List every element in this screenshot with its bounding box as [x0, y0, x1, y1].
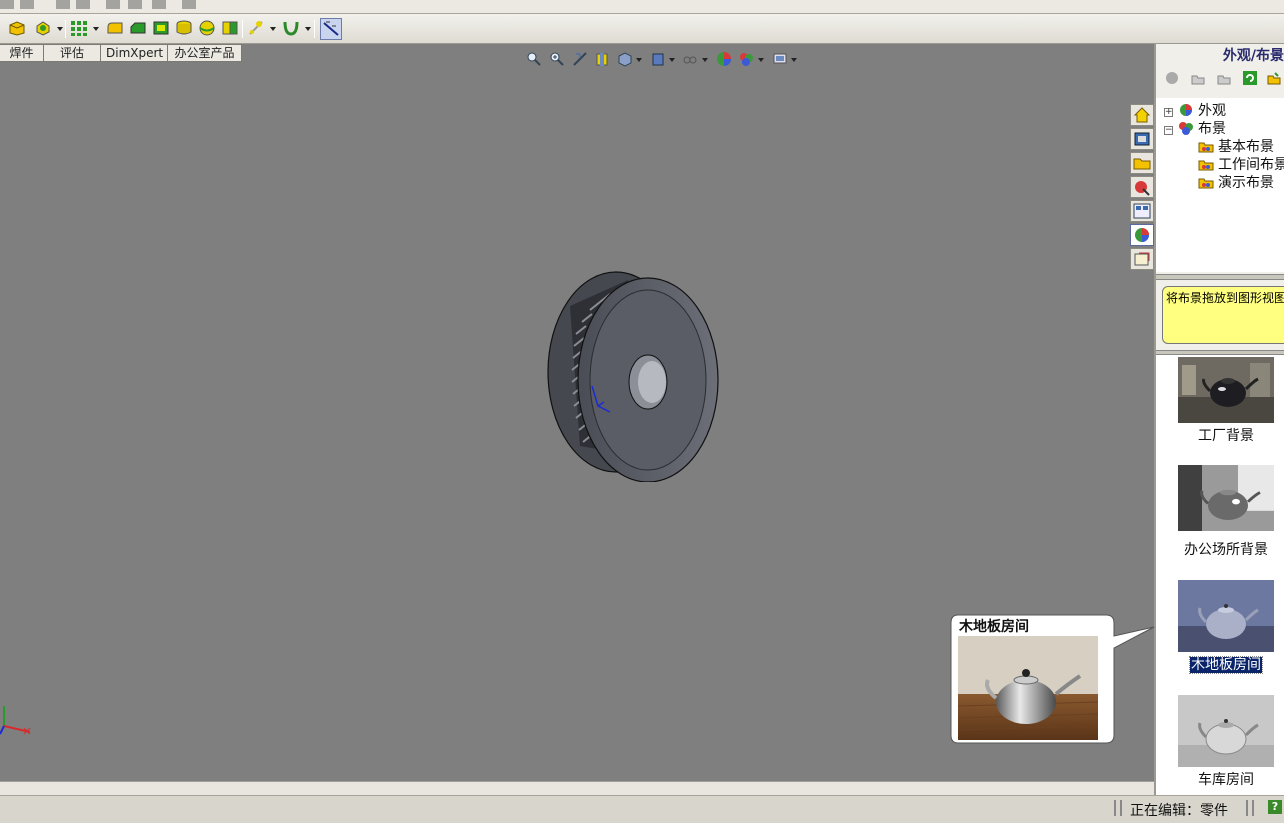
- scene-label: 办公场所背景: [1184, 542, 1268, 558]
- menu-icon[interactable]: [0, 0, 14, 9]
- task-pane-title: 外观/布景: [1222, 48, 1284, 64]
- measure-icon: [323, 21, 339, 36]
- previous-view-icon[interactable]: [572, 51, 588, 67]
- menu-icon[interactable]: [152, 0, 166, 9]
- menu-icon[interactable]: [56, 0, 70, 9]
- shell-icon[interactable]: [152, 19, 170, 37]
- chamfer-icon[interactable]: [129, 19, 147, 37]
- tree-item-presentation-scenes[interactable]: 演示布景: [1198, 172, 1274, 192]
- measure-button[interactable]: [320, 18, 342, 40]
- status-grip: [1246, 800, 1254, 816]
- tree-item-studio-scenes[interactable]: 工作间布景: [1198, 154, 1284, 174]
- back-icon[interactable]: [1164, 70, 1180, 86]
- tab-weldments[interactable]: 焊件: [0, 44, 44, 62]
- preview-title: 木地板房间: [959, 619, 1029, 635]
- zoom-to-fit-icon[interactable]: [526, 51, 542, 67]
- features-toolbar: [0, 14, 1284, 44]
- display-style-icon[interactable]: [650, 51, 666, 67]
- design-library-icon[interactable]: [1130, 128, 1154, 150]
- scene-label: 工厂背景: [1198, 428, 1254, 444]
- appearances-scenes-icon[interactable]: [1130, 224, 1154, 246]
- scene-thumbnail: [1178, 580, 1274, 652]
- scene-folder-icon: [1198, 142, 1214, 153]
- editing-status: 正在编辑：零件: [1130, 803, 1228, 819]
- pattern-icon[interactable]: [70, 19, 88, 37]
- tab-office-products[interactable]: 办公室产品: [168, 44, 242, 62]
- refresh-icon[interactable]: [1242, 70, 1258, 86]
- folder-icon[interactable]: [1216, 70, 1232, 86]
- view-settings-icon[interactable]: [772, 51, 788, 67]
- pane-splitter[interactable]: [1156, 274, 1284, 280]
- scene-icon: [1179, 122, 1193, 135]
- task-pane: 外观/布景 + 外观 − 布景 基本布景 工作间布景 演示布景 将布景拖放到图形…: [1154, 44, 1284, 795]
- scene-label: 车库房间: [1198, 772, 1254, 788]
- scene-label-selected: 木地板房间: [1189, 656, 1263, 674]
- axis-triad: [0, 706, 31, 735]
- command-manager-tabs: 焊件 评估 DimXpert 办公室产品: [0, 44, 242, 62]
- scene-thumbnail: [1178, 357, 1274, 423]
- curve-icon[interactable]: [282, 19, 300, 37]
- sketch-icon[interactable]: [221, 19, 239, 37]
- status-grip: [1114, 800, 1122, 816]
- tree-item-label: 演示布景: [1218, 175, 1274, 191]
- draft-icon[interactable]: [175, 19, 193, 37]
- tree-item-appearances[interactable]: 外观: [1178, 100, 1226, 120]
- scene-preview-tooltip: 木地板房间: [950, 614, 1155, 744]
- tree-item-label: 外观: [1198, 103, 1226, 119]
- appearance-ball-icon: [1180, 104, 1192, 116]
- hide-show-icon[interactable]: [682, 51, 698, 67]
- scene-folder-icon: [1198, 178, 1214, 189]
- zoom-area-icon[interactable]: [549, 51, 565, 67]
- up-folder-icon[interactable]: [1266, 70, 1282, 86]
- revolve-icon[interactable]: [34, 19, 52, 37]
- menu-icon[interactable]: [128, 0, 142, 9]
- tree-item-scenes[interactable]: 布景: [1178, 118, 1226, 138]
- solidworks-window: 焊件 评估 DimXpert 办公室产品 外观/布景 + 外观 − 布景 基本布…: [0, 0, 1284, 823]
- custom-properties-icon[interactable]: [1130, 248, 1154, 270]
- tree-item-label: 布景: [1198, 121, 1226, 137]
- menu-icon[interactable]: [106, 0, 120, 9]
- horizontal-scrollbar[interactable]: [0, 781, 1154, 795]
- view-orientation-icon[interactable]: [617, 51, 633, 67]
- section-view-icon[interactable]: [594, 51, 610, 67]
- pulley-model[interactable]: [540, 268, 730, 482]
- scene-folder-icon: [1198, 160, 1214, 171]
- curve-icon[interactable]: [247, 19, 265, 37]
- drag-hint: 将布景拖放到图形视图: [1162, 286, 1284, 344]
- appearance-tree: + 外观 − 布景 基本布景 工作间布景 演示布景: [1156, 98, 1284, 272]
- search-icon[interactable]: [1130, 176, 1154, 198]
- tree-item-label: 基本布景: [1218, 139, 1274, 155]
- expand-toggle[interactable]: +: [1164, 108, 1173, 117]
- scene-gallery: 工厂背景 办公场所背景 木地板房间 车库房间: [1156, 355, 1284, 795]
- scene-thumbnail: [1178, 695, 1274, 767]
- rib-icon[interactable]: [198, 19, 216, 37]
- preview-image: [958, 636, 1098, 740]
- status-bar: 正在编辑：零件 ?: [0, 795, 1284, 823]
- home-icon[interactable]: [1130, 104, 1154, 126]
- menu-icon[interactable]: [182, 0, 196, 9]
- scene-thumbnail: [1178, 465, 1274, 531]
- forward-icon[interactable]: [1190, 70, 1206, 86]
- extrude-icon[interactable]: [8, 19, 26, 37]
- collapse-toggle[interactable]: −: [1164, 126, 1173, 135]
- fillet-icon[interactable]: [106, 19, 124, 37]
- menu-strip: [0, 0, 1284, 14]
- edit-appearance-icon[interactable]: [716, 51, 732, 67]
- tab-dimxpert[interactable]: DimXpert: [101, 44, 168, 62]
- tree-item-basic-scenes[interactable]: 基本布景: [1198, 136, 1274, 156]
- tab-evaluate[interactable]: 评估: [44, 44, 101, 62]
- view-palette-icon[interactable]: [1130, 200, 1154, 222]
- menu-icon[interactable]: [76, 0, 90, 9]
- tree-item-label: 工作间布景: [1218, 157, 1284, 173]
- file-explorer-icon[interactable]: [1130, 152, 1154, 174]
- menu-icon[interactable]: [20, 0, 34, 9]
- help-icon[interactable]: ?: [1268, 800, 1282, 814]
- apply-scene-icon[interactable]: [738, 51, 754, 67]
